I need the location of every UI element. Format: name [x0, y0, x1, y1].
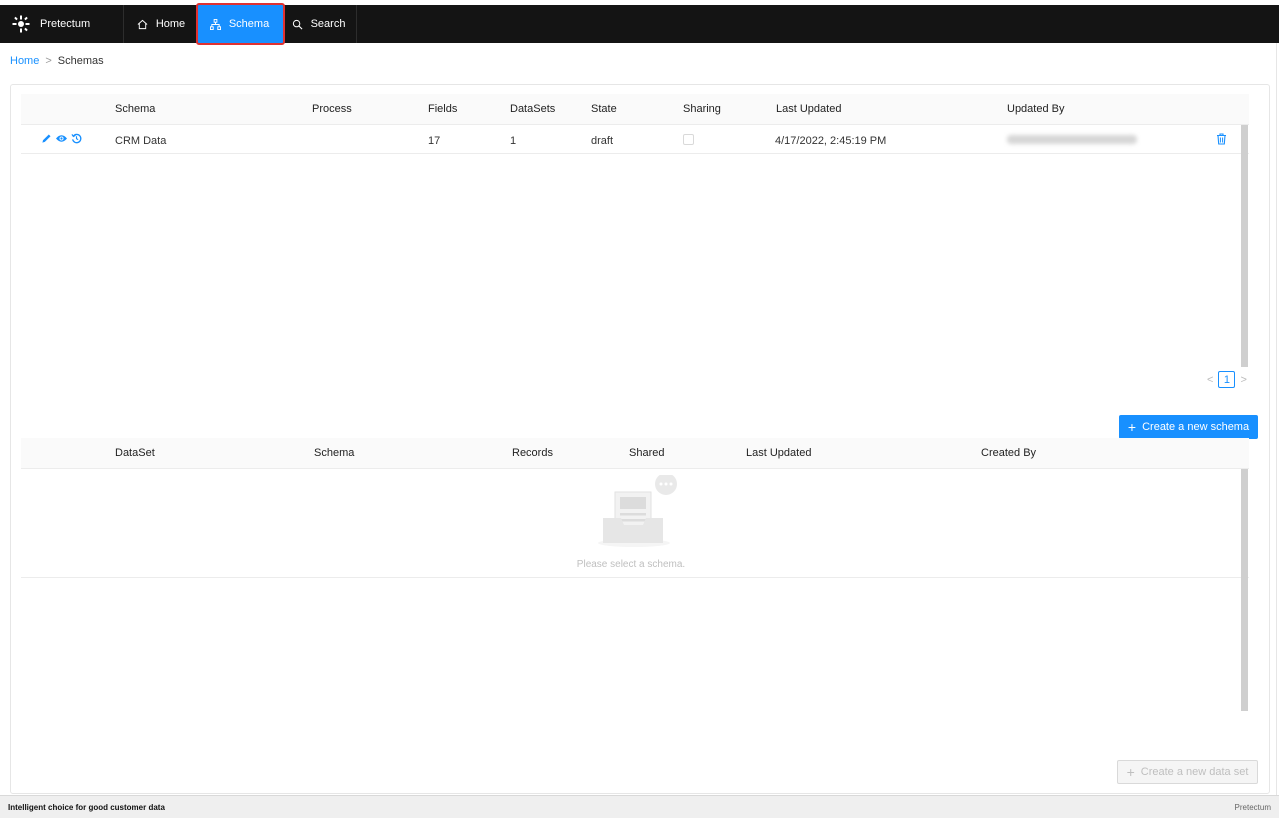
brand-name: Pretectum	[40, 18, 91, 30]
delete-icon[interactable]	[1216, 133, 1227, 148]
row-actions	[41, 133, 82, 144]
col-datasets[interactable]: DataSets	[510, 103, 555, 115]
col-created-by[interactable]: Created By	[981, 447, 1036, 459]
col-schema[interactable]: Schema	[115, 103, 155, 115]
nav-search-label: Search	[310, 18, 346, 30]
footer: Intelligent choice for good customer dat…	[0, 795, 1279, 818]
breadcrumb: Home > Schemas	[10, 55, 104, 67]
breadcrumb-home[interactable]: Home	[10, 55, 39, 67]
col-updated-by[interactable]: Updated By	[1007, 103, 1064, 115]
footer-brand: Pretectum	[1234, 802, 1271, 812]
nav-schema-label: Schema	[228, 18, 270, 30]
datasets-scrollbar[interactable]	[1241, 469, 1248, 711]
create-dataset-label: Create a new data set	[1140, 766, 1249, 778]
brand[interactable]: Pretectum	[0, 5, 124, 43]
cell-fields: 17	[428, 135, 441, 147]
nav-home[interactable]: Home	[124, 5, 199, 43]
top-navbar: Pretectum Home Schema Search	[0, 3, 1279, 45]
plus-icon: +	[1126, 764, 1135, 780]
col-fields[interactable]: Fields	[428, 103, 457, 115]
create-schema-button[interactable]: + Create a new schema	[1119, 415, 1258, 439]
col-records[interactable]: Records	[512, 447, 553, 459]
pretectum-logo-icon	[12, 15, 30, 33]
nav-home-label: Home	[155, 18, 186, 30]
cell-state: draft	[591, 135, 614, 147]
content-panel: Schema Process Fields DataSets State Sha…	[10, 84, 1270, 794]
home-icon	[137, 19, 148, 30]
empty-text: Please select a schema.	[576, 559, 686, 570]
pagination-next[interactable]: >	[1240, 374, 1246, 386]
nav-schema[interactable]: Schema	[196, 3, 285, 45]
schema-icon	[209, 18, 221, 30]
empty-illustration-icon	[577, 473, 687, 553]
edit-icon[interactable]	[41, 133, 52, 144]
col-last-updated[interactable]: Last Updated	[776, 103, 841, 115]
create-dataset-button[interactable]: + Create a new data set	[1117, 760, 1258, 784]
breadcrumb-separator: >	[45, 55, 52, 67]
search-icon	[292, 19, 303, 30]
col-shared[interactable]: Shared	[629, 447, 664, 459]
breadcrumb-current: Schemas	[57, 55, 104, 67]
schemas-table-header: Schema Process Fields DataSets State Sha…	[21, 94, 1249, 124]
col-sharing[interactable]: Sharing	[683, 103, 721, 115]
footer-tagline: Intelligent choice for good customer dat…	[8, 802, 165, 812]
cell-last-updated: 4/17/2022, 2:45:19 PM	[775, 135, 887, 147]
pagination: < 1 >	[1207, 371, 1247, 388]
col-ds-schema[interactable]: Schema	[314, 447, 354, 459]
pagination-page-1[interactable]: 1	[1218, 371, 1236, 388]
cell-schema[interactable]: CRM Data	[115, 135, 166, 147]
pagination-prev[interactable]: <	[1207, 374, 1213, 386]
schemas-table: Schema Process Fields DataSets State Sha…	[21, 94, 1249, 154]
col-state[interactable]: State	[591, 103, 617, 115]
datasets-table-header: DataSet Schema Records Shared Last Updat…	[21, 438, 1249, 468]
schemas-scrollbar[interactable]	[1241, 125, 1248, 367]
create-schema-label: Create a new schema	[1142, 421, 1250, 433]
col-process[interactable]: Process	[312, 103, 352, 115]
col-ds-last-updated[interactable]: Last Updated	[746, 447, 811, 459]
table-row[interactable]: CRM Data 17 1 draft 4/17/2022, 2:45:19 P…	[21, 124, 1249, 154]
sharing-checkbox[interactable]	[683, 134, 694, 145]
nav-search[interactable]: Search	[281, 5, 357, 43]
cell-updated-by-redacted	[1007, 135, 1137, 144]
view-icon[interactable]	[55, 133, 68, 144]
cell-datasets: 1	[510, 135, 517, 147]
plus-icon: +	[1127, 419, 1137, 435]
col-dataset[interactable]: DataSet	[115, 447, 155, 459]
history-icon[interactable]	[71, 133, 82, 144]
